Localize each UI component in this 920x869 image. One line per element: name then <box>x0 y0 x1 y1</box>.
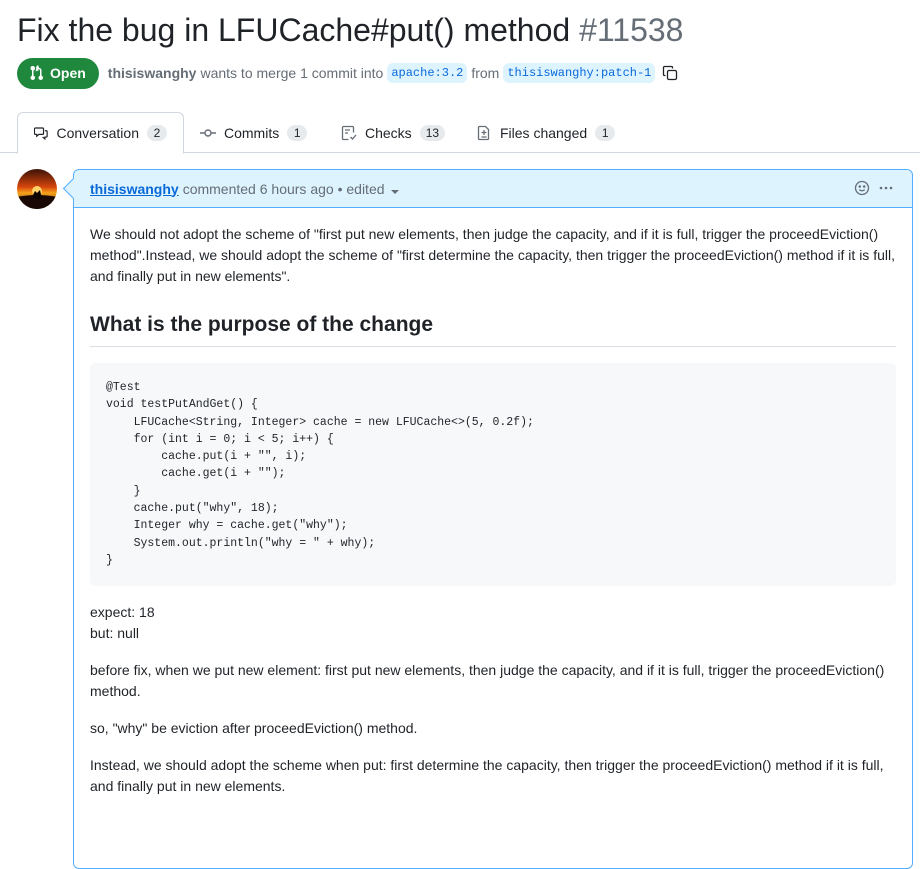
pr-title-text: Fix the bug in LFUCache#put() method <box>17 12 571 48</box>
pr-meta: Open thisiswanghy wants to merge 1 commi… <box>17 57 678 89</box>
tab-label: Conversation <box>56 125 140 141</box>
tab-label: Commits <box>224 124 280 141</box>
tab-commits[interactable]: Commits 1 <box>184 112 323 153</box>
base-branch[interactable]: apache:3.2 <box>387 63 468 83</box>
kebab-horizontal-icon[interactable] <box>878 180 894 196</box>
expect-line: expect: 18 <box>90 604 155 620</box>
but-line: but: null <box>90 625 140 641</box>
comment-paragraph: Instead, we should adopt the scheme when… <box>90 757 884 794</box>
edited-label: • edited <box>337 180 385 197</box>
checklist-icon <box>341 125 357 140</box>
tab-files-changed[interactable]: Files changed 1 <box>460 112 631 153</box>
pr-number: #11538 <box>579 12 684 48</box>
comment-heading: What is the purpose of the change <box>90 311 896 347</box>
tab-counter: 1 <box>287 124 308 141</box>
comment-body: We should not adopt the scheme of "first… <box>74 208 912 797</box>
comment-header: thisiswanghy commented 6 hours ago • edi… <box>74 170 912 208</box>
pr-author-link[interactable]: thisiswanghy <box>108 65 197 81</box>
comment-paragraph: so, "why" be eviction after proceedEvict… <box>90 720 418 736</box>
tab-counter: 13 <box>419 124 446 141</box>
result-lines: expect: 18 but: null <box>90 602 896 644</box>
chevron-down-icon <box>390 189 399 194</box>
git-commit-icon <box>200 128 216 137</box>
avatar[interactable] <box>17 169 57 209</box>
comment-time[interactable]: 6 hours ago <box>260 181 334 197</box>
pr-tabs: Conversation 2 Commits 1 Checks 13 Files… <box>0 112 920 154</box>
tab-label: Files changed <box>500 124 588 141</box>
merge-text: wants to merge 1 commit into <box>200 65 384 81</box>
state-label: Open <box>50 65 86 81</box>
git-pull-request-icon <box>30 65 43 81</box>
comment-box: thisiswanghy commented 6 hours ago • edi… <box>73 169 913 869</box>
comment-author-link[interactable]: thisiswanghy <box>90 181 179 197</box>
tab-label: Checks <box>365 124 412 141</box>
head-branch[interactable]: thisiswanghy:patch-1 <box>503 63 656 83</box>
code-block: @Test void testPutAndGet() { LFUCache<St… <box>90 363 896 586</box>
comment-paragraph: We should not adopt the scheme of "first… <box>90 226 895 284</box>
comment-action: commented <box>182 180 256 197</box>
smiley-icon[interactable] <box>854 180 870 196</box>
pr-title: Fix the bug in LFUCache#put() method #11… <box>17 8 683 52</box>
comment-paragraph: before fix, when we put new element: fir… <box>90 662 885 699</box>
comment-actions <box>854 180 894 196</box>
copy-icon[interactable] <box>662 65 678 81</box>
tab-counter: 2 <box>147 125 167 141</box>
tab-checks[interactable]: Checks 13 <box>325 112 461 153</box>
tab-counter: 1 <box>595 124 616 141</box>
comment-discussion-icon <box>34 127 48 141</box>
tab-conversation[interactable]: Conversation 2 <box>17 112 184 154</box>
from-text: from <box>471 65 500 81</box>
avatar-image <box>17 169 57 209</box>
edited-dropdown[interactable]: • edited <box>338 181 399 197</box>
file-diff-icon <box>477 125 490 140</box>
state-badge: Open <box>17 57 99 89</box>
